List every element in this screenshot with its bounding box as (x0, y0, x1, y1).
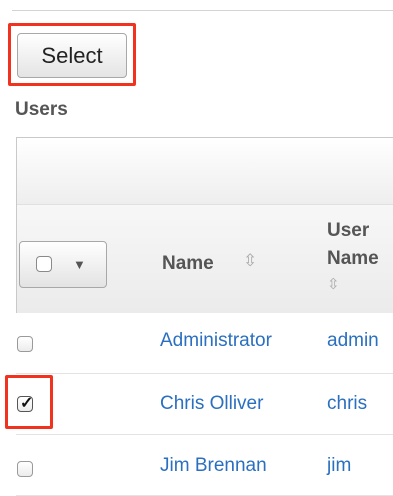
caret-down-icon: ▼ (73, 257, 86, 272)
sort-icon[interactable]: ⇳ (243, 251, 257, 271)
row-user-name-link[interactable]: jim (327, 455, 351, 477)
checkbox-highlight (5, 375, 53, 429)
sort-icon[interactable]: ⇳ (327, 275, 340, 293)
mass-select-dropdown[interactable]: ▼ (19, 241, 107, 288)
top-divider (12, 10, 393, 11)
row-name-link[interactable]: Jim Brennan (160, 455, 267, 477)
row-checkbox[interactable] (17, 336, 33, 352)
table-toolbar-band (17, 138, 393, 205)
column-header-name[interactable]: Name (162, 253, 214, 275)
row-name-link[interactable]: Chris Olliver (160, 393, 263, 415)
column-header-user-name[interactable]: User (327, 220, 369, 242)
row-name-link[interactable]: Administrator (160, 330, 272, 352)
select-button[interactable]: Select (17, 33, 127, 78)
section-title: Users (15, 99, 68, 120)
select-all-checkbox[interactable] (36, 256, 52, 272)
column-header-user-name-line2[interactable]: Name (327, 248, 379, 270)
row-user-name-link[interactable]: chris (327, 393, 367, 415)
row-user-name-link[interactable]: admin (327, 330, 379, 352)
row-checkbox[interactable] (17, 461, 33, 477)
